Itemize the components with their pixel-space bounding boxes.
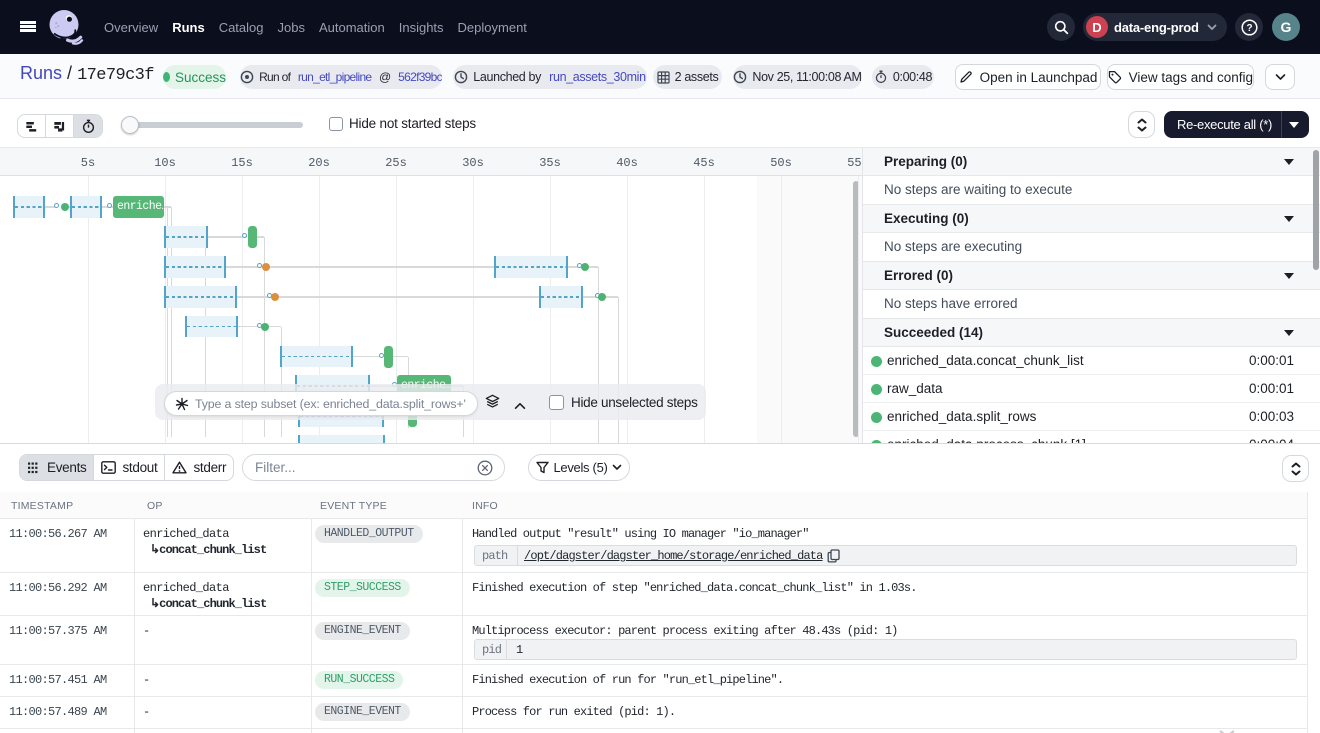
svg-text:?: ? <box>1246 23 1252 34</box>
